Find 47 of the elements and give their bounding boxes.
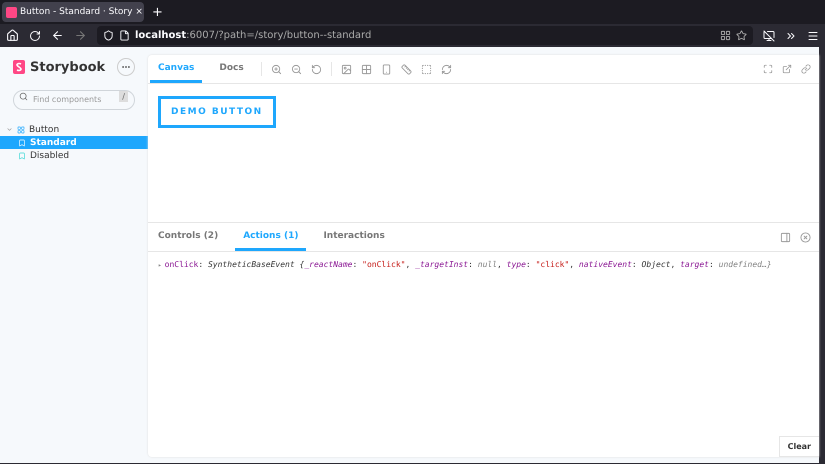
zoom-reset-icon[interactable] (310, 64, 322, 74)
zoom-in-icon[interactable] (270, 64, 282, 74)
component-icon (17, 126, 25, 134)
back-icon[interactable] (51, 29, 64, 42)
address-bar[interactable]: localhost:6007/?path=/story/button--standard (97, 26, 753, 45)
brand-name: Storybook (30, 60, 106, 74)
panel-icon[interactable] (780, 232, 791, 242)
addon-tab[interactable]: Controls (2) (150, 223, 226, 251)
grid-icon[interactable] (720, 30, 731, 41)
tab-title: Button - Standard · Story (20, 7, 132, 17)
menu-icon[interactable] (807, 30, 819, 42)
more-button[interactable] (117, 58, 135, 76)
page-icon (119, 30, 130, 41)
addon-tab[interactable]: Interactions (315, 223, 393, 251)
reload-icon[interactable] (29, 30, 41, 42)
forward-icon[interactable] (74, 29, 87, 42)
close-icon[interactable] (800, 232, 811, 242)
view-tab[interactable]: Canvas (150, 55, 202, 83)
link-icon[interactable] (801, 64, 811, 74)
home-icon[interactable] (6, 29, 19, 42)
fullscreen-icon[interactable] (763, 64, 773, 74)
image-icon[interactable] (340, 64, 352, 74)
ruler-icon[interactable] (400, 64, 412, 74)
refresh-icon[interactable] (440, 64, 452, 74)
shortcut-key: / (119, 91, 128, 102)
chevron-icon (6, 126, 13, 133)
tree-item[interactable]: Button (0, 123, 148, 136)
clear-button[interactable]: Clear (778, 436, 819, 457)
demo-button[interactable]: DEMO BUTTON (158, 96, 276, 128)
view-tab[interactable]: Docs (211, 55, 252, 83)
tab-close-button[interactable]: × (135, 7, 143, 17)
logo-icon (13, 60, 25, 74)
external-link-icon[interactable] (782, 64, 792, 74)
tree-item[interactable]: Standard (0, 136, 148, 149)
addon-tab[interactable]: Actions (1) (235, 223, 306, 251)
browser-tab[interactable]: Button - Standard · Story × (2, 2, 144, 22)
shield-icon (103, 30, 114, 41)
new-tab-button[interactable]: + (152, 4, 163, 20)
screen-icon[interactable] (763, 30, 775, 42)
zoom-out-icon[interactable] (290, 64, 302, 74)
outline-icon[interactable] (420, 64, 432, 74)
search-icon (19, 92, 28, 101)
viewport-icon[interactable] (380, 64, 392, 74)
url-text: localhost:6007/?path=/story/button--standard (135, 30, 372, 41)
star-icon[interactable] (736, 30, 747, 41)
favicon-icon (6, 6, 17, 18)
tree-item[interactable]: Disabled (0, 149, 148, 162)
